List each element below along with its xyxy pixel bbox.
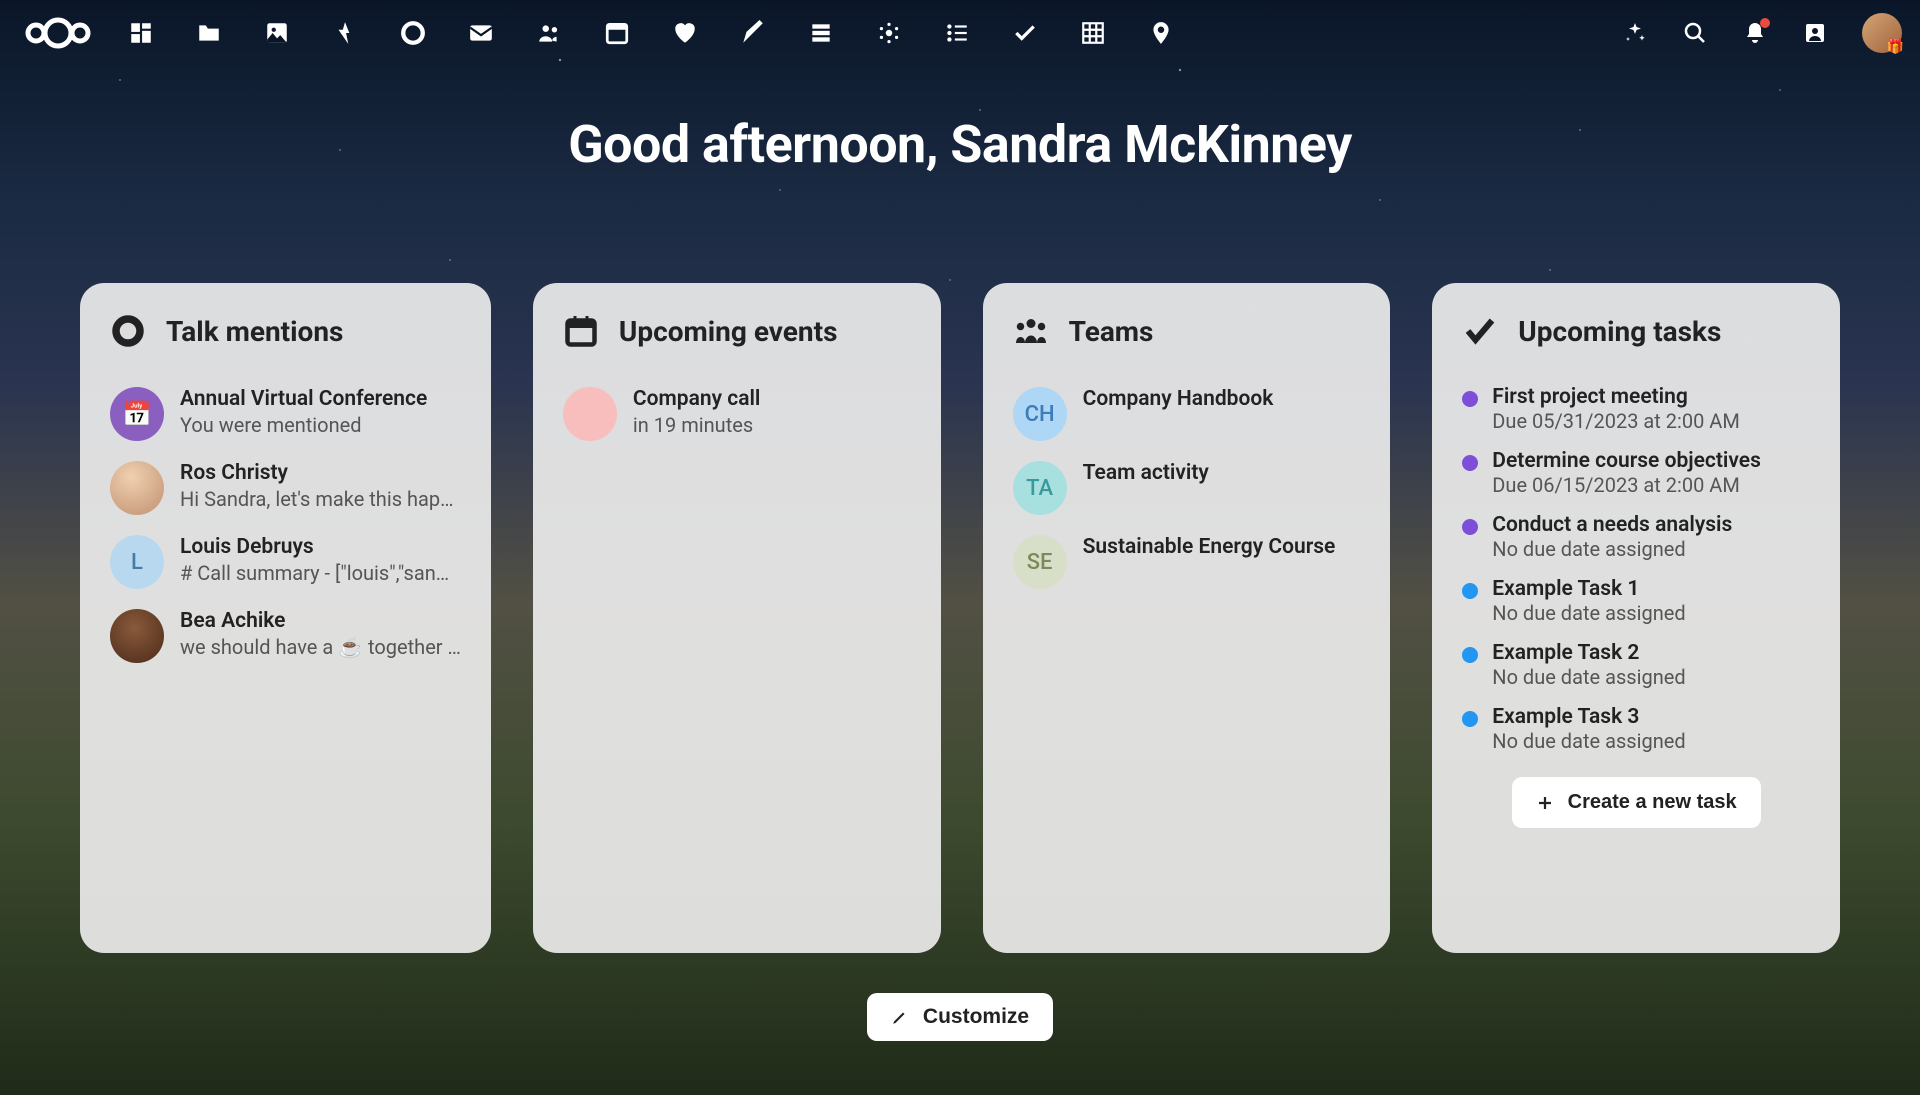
task-title: First project meeting — [1492, 385, 1740, 409]
topbar-right — [1622, 13, 1902, 53]
app-nav — [128, 20, 1174, 46]
item-title: Bea Achike — [180, 609, 461, 633]
widget-title: Upcoming tasks — [1518, 315, 1721, 348]
task-due: No due date assigned — [1492, 729, 1685, 753]
item-avatar — [563, 387, 617, 441]
list-item[interactable]: Ros ChristyHi Sandra, let's make this ha… — [110, 451, 461, 525]
item-avatar — [110, 609, 164, 663]
item-avatar: TA — [1013, 461, 1067, 515]
task-due: Due 05/31/2023 at 2:00 AM — [1492, 409, 1740, 433]
topbar — [0, 0, 1920, 66]
item-subtitle: Hi Sandra, let's make this hap… — [180, 487, 461, 511]
notifications-icon[interactable] — [1742, 20, 1768, 46]
item-title: Company call — [633, 387, 911, 411]
calendar-icon[interactable] — [604, 20, 630, 46]
task-item[interactable]: Determine course objectivesDue 06/15/202… — [1462, 441, 1810, 505]
task-title: Example Task 1 — [1492, 577, 1685, 601]
widget-upcoming-events: Upcoming events Company callin 19 minute… — [533, 283, 941, 953]
item-title: Annual Virtual Conference — [180, 387, 461, 411]
item-title: Ros Christy — [180, 461, 461, 485]
item-avatar — [110, 461, 164, 515]
task-item[interactable]: Example Task 2No due date assigned — [1462, 633, 1810, 697]
item-title: Louis Debruys — [180, 535, 461, 559]
task-color-dot — [1462, 391, 1478, 407]
collectives-icon[interactable] — [876, 20, 902, 46]
widget-title: Teams — [1069, 315, 1154, 348]
list-item[interactable]: Bea Achikewe should have a ☕ together … — [110, 599, 461, 673]
list-item[interactable]: Company callin 19 minutes — [563, 377, 911, 451]
deck-icon[interactable] — [808, 20, 834, 46]
task-title: Example Task 3 — [1492, 705, 1685, 729]
notes-icon[interactable] — [740, 20, 766, 46]
activity-icon[interactable] — [332, 20, 358, 46]
task-item[interactable]: Example Task 3No due date assigned — [1462, 697, 1810, 761]
item-avatar: CH — [1013, 387, 1067, 441]
widget-talk-mentions: Talk mentions 📅 Annual Virtual Conference… — [80, 283, 491, 953]
item-title: Team activity — [1083, 461, 1361, 485]
task-due: No due date assigned — [1492, 601, 1685, 625]
calendar-widget-icon — [563, 313, 599, 349]
lists-icon[interactable] — [944, 20, 970, 46]
contacts-icon[interactable] — [536, 20, 562, 46]
list-item[interactable]: SE Sustainable Energy Course — [1013, 525, 1361, 599]
item-avatar: L — [110, 535, 164, 589]
task-due: No due date assigned — [1492, 665, 1685, 689]
task-due: Due 06/15/2023 at 2:00 AM — [1492, 473, 1761, 497]
user-avatar[interactable] — [1862, 13, 1902, 53]
mail-icon[interactable] — [468, 20, 494, 46]
tasks-widget-icon — [1462, 313, 1498, 349]
item-subtitle: # Call summary - ["louis","san… — [180, 561, 461, 585]
item-subtitle: we should have a ☕ together … — [180, 635, 461, 659]
item-subtitle: in 19 minutes — [633, 413, 911, 437]
assistant-icon[interactable] — [1622, 20, 1648, 46]
tasks-icon[interactable] — [1012, 20, 1038, 46]
customize-button[interactable]: Customize — [867, 993, 1053, 1041]
task-color-dot — [1462, 583, 1478, 599]
task-title: Determine course objectives — [1492, 449, 1761, 473]
item-title: Company Handbook — [1083, 387, 1361, 411]
item-subtitle: You were mentioned — [180, 413, 461, 437]
customize-label: Customize — [923, 1005, 1029, 1029]
task-item[interactable]: Example Task 1No due date assigned — [1462, 569, 1810, 633]
talk-icon[interactable] — [400, 20, 426, 46]
item-avatar: SE — [1013, 535, 1067, 589]
widget-title: Upcoming events — [619, 315, 838, 348]
item-title: Sustainable Energy Course — [1083, 535, 1361, 559]
nextcloud-logo[interactable] — [18, 13, 98, 53]
item-avatar: 📅 — [110, 387, 164, 441]
task-color-dot — [1462, 519, 1478, 535]
tables-icon[interactable] — [1080, 20, 1106, 46]
pencil-icon — [891, 1008, 909, 1026]
task-item[interactable]: First project meetingDue 05/31/2023 at 2… — [1462, 377, 1810, 441]
task-title: Example Task 2 — [1492, 641, 1685, 665]
search-icon[interactable] — [1682, 20, 1708, 46]
files-icon[interactable] — [196, 20, 222, 46]
contacts-menu-icon[interactable] — [1802, 20, 1828, 46]
list-item[interactable]: CH Company Handbook — [1013, 377, 1361, 451]
photos-icon[interactable] — [264, 20, 290, 46]
heart-icon[interactable] — [672, 20, 698, 46]
task-title: Conduct a needs analysis — [1492, 513, 1732, 537]
widget-upcoming-tasks: Upcoming tasks First project meetingDue … — [1432, 283, 1840, 953]
task-item[interactable]: Conduct a needs analysisNo due date assi… — [1462, 505, 1810, 569]
list-item[interactable]: 📅 Annual Virtual ConferenceYou were menti… — [110, 377, 461, 451]
maps-icon[interactable] — [1148, 20, 1174, 46]
plus-icon — [1536, 794, 1554, 812]
list-item[interactable]: TA Team activity — [1013, 451, 1361, 525]
create-new-task-button[interactable]: Create a new task — [1512, 777, 1761, 828]
widget-title: Talk mentions — [166, 315, 343, 348]
task-color-dot — [1462, 711, 1478, 727]
task-due: No due date assigned — [1492, 537, 1732, 561]
task-color-dot — [1462, 455, 1478, 471]
dashboard-widgets: Talk mentions 📅 Annual Virtual Conference… — [0, 283, 1920, 953]
widget-teams: Teams CH Company Handbook TA Team activity S… — [983, 283, 1391, 953]
dashboard-icon[interactable] — [128, 20, 154, 46]
greeting: Good afternoon, Sandra McKinney — [0, 114, 1920, 175]
talk-widget-icon — [110, 313, 146, 349]
new-task-label: Create a new task — [1568, 791, 1737, 814]
teams-widget-icon — [1013, 313, 1049, 349]
task-color-dot — [1462, 647, 1478, 663]
list-item[interactable]: L Louis Debruys# Call summary - ["louis",… — [110, 525, 461, 599]
